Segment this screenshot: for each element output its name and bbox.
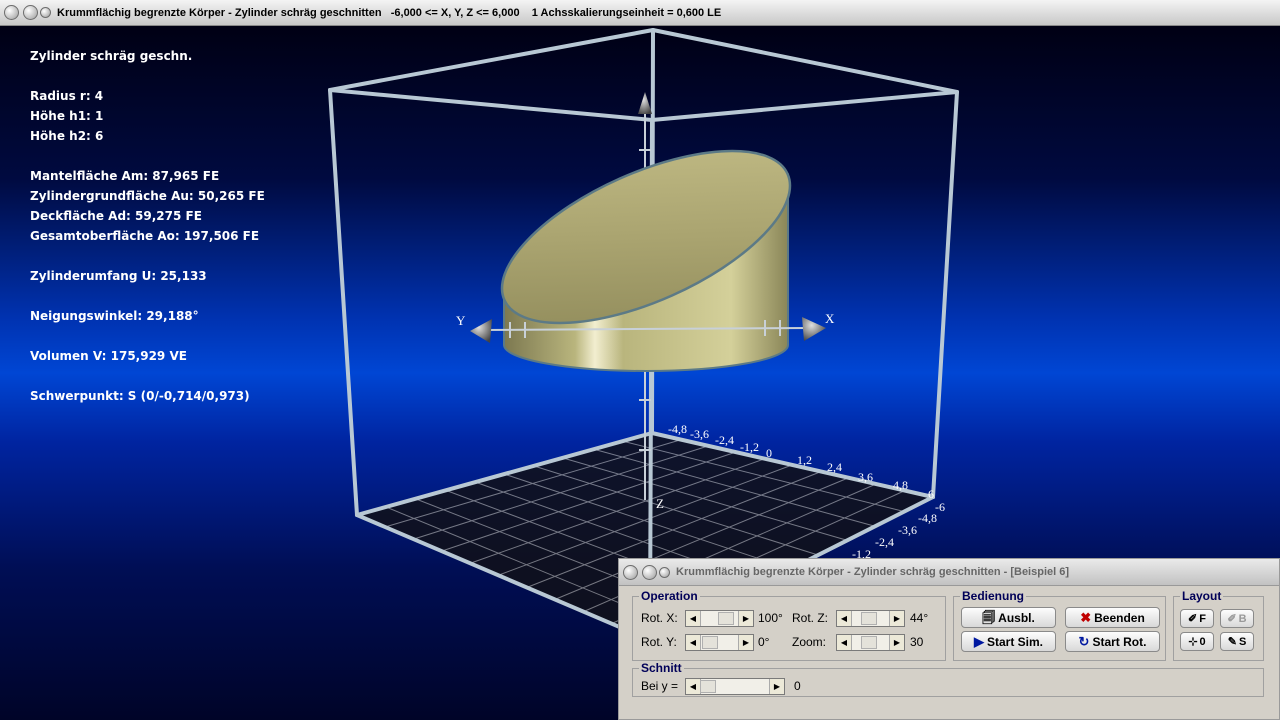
info-line: Zylinder schräg geschn. <box>30 49 193 63</box>
close-x-icon: ✖ <box>1080 610 1092 625</box>
bei-y-label: Bei y = <box>641 679 679 693</box>
info-line <box>30 286 265 306</box>
minimize-circle-icon[interactable] <box>23 5 38 20</box>
info-line: Höhe h2: 6 <box>30 129 104 143</box>
info-line: Volumen V: 175,929 VE <box>30 349 187 363</box>
info-line <box>30 66 265 86</box>
maximize-circle-icon[interactable] <box>40 7 51 18</box>
tick-label: -3,6 <box>898 523 917 537</box>
arrow-right-icon[interactable]: ▶ <box>769 679 784 694</box>
maximize-circle-icon[interactable] <box>659 566 670 578</box>
operation-legend: Operation <box>641 589 698 603</box>
axis-x-label: X <box>825 311 835 326</box>
rot-x-slider[interactable]: ◀ ▶ <box>685 610 754 627</box>
info-line <box>30 326 265 346</box>
tick-label: 3,6 <box>858 470 873 484</box>
hide-icon: 🗐 <box>982 610 996 625</box>
arrow-right-icon[interactable]: ▶ <box>889 611 904 626</box>
layout-s-button[interactable]: ✎ S <box>1220 632 1254 651</box>
rot-z-label: Rot. Z: <box>792 611 829 625</box>
tick-label: 6 <box>928 487 934 501</box>
z-axis-arrow-icon <box>638 92 652 114</box>
tick-label: 4,8 <box>893 478 908 492</box>
info-line: Schwerpunkt: S (0/-0,714/0,973) <box>30 389 250 403</box>
info-panel: Zylinder schräg geschn. Radius r: 4 Höhe h… <box>30 46 265 406</box>
rot-y-label: Rot. Y: <box>641 635 677 649</box>
axis-z-label: Z <box>656 496 664 511</box>
crosshair-icon: ⊹ <box>1188 636 1198 648</box>
info-line <box>30 366 265 386</box>
rot-x-value: 100° <box>758 611 783 625</box>
play-icon: ▶ <box>973 634 984 649</box>
layout-f-button[interactable]: ✐ F <box>1180 609 1214 628</box>
slider-thumb[interactable] <box>718 612 734 625</box>
info-line <box>30 246 265 266</box>
layout-legend: Layout <box>1182 589 1222 603</box>
arrow-right-icon[interactable]: ▶ <box>889 635 904 650</box>
bei-y-value: 0 <box>794 679 801 693</box>
info-line: Höhe h1: 1 <box>30 109 104 123</box>
rot-y-slider[interactable]: ◀ ▶ <box>685 634 754 651</box>
tick-label: 2,4 <box>827 460 842 474</box>
arrow-left-icon[interactable]: ◀ <box>837 635 852 650</box>
control-panel-title-bar[interactable]: Krummflächig begrenzte Körper - Zylinder… <box>619 559 1279 586</box>
bedienung-legend: Bedienung <box>962 589 1024 603</box>
rot-z-value: 44° <box>910 611 929 625</box>
start-rot-button[interactable]: ↻ Start Rot. <box>1065 631 1160 652</box>
layout-0-button[interactable]: ⊹ 0 <box>1180 632 1214 651</box>
info-line: Zylinderumfang U: 25,133 <box>30 269 207 283</box>
tick-label: 0 <box>766 446 772 460</box>
zoom-value: 30 <box>910 635 924 649</box>
y-axis-arrow-icon <box>470 319 492 343</box>
rotate-icon: ↻ <box>1078 634 1090 649</box>
brush-icon: ✐ <box>1227 613 1237 625</box>
slider-thumb[interactable] <box>861 612 877 625</box>
close-circle-icon[interactable] <box>4 5 19 20</box>
schnitt-y-slider[interactable]: ◀ ▶ <box>685 678 785 695</box>
slider-thumb[interactable] <box>700 680 716 693</box>
layout-b-button[interactable]: ✐ B <box>1220 609 1254 628</box>
window-title: Krummflächig begrenzte Körper - Zylinder… <box>57 6 722 19</box>
slider-thumb[interactable] <box>861 636 877 649</box>
tick-label: -4,8 <box>668 422 687 436</box>
arrow-left-icon[interactable]: ◀ <box>686 611 701 626</box>
info-line: Deckfläche Ad: 59,275 FE <box>30 209 202 223</box>
info-line: Mantelfläche Am: 87,965 FE <box>30 169 220 183</box>
x-axis-arrow-icon <box>802 317 826 341</box>
info-line: Gesamtoberfläche Ao: 197,506 FE <box>30 229 260 243</box>
eraser-icon: ✎ <box>1227 636 1237 648</box>
rot-y-value: 0° <box>758 635 770 649</box>
rot-z-slider[interactable]: ◀ ▶ <box>836 610 905 627</box>
control-panel-title: Krummflächig begrenzte Körper - Zylinder… <box>676 566 1070 578</box>
arrow-left-icon[interactable]: ◀ <box>686 635 701 650</box>
tick-label: -2,4 <box>715 433 734 447</box>
axis-y-label: Y <box>456 313 466 328</box>
info-line: Radius r: 4 <box>30 89 104 103</box>
tick-label: -1,2 <box>740 440 759 454</box>
tick-label: -2,4 <box>875 535 894 549</box>
close-circle-icon[interactable] <box>623 564 638 580</box>
arrow-left-icon[interactable]: ◀ <box>837 611 852 626</box>
beenden-button[interactable]: ✖ Beenden <box>1065 607 1160 628</box>
start-sim-button[interactable]: ▶ Start Sim. <box>961 631 1056 652</box>
arrow-left-icon[interactable]: ◀ <box>686 679 701 694</box>
ausblenden-button[interactable]: 🗐 Ausbl. <box>961 607 1056 628</box>
arrow-right-icon[interactable]: ▶ <box>738 635 753 650</box>
tick-label: 1,2 <box>797 453 812 467</box>
slider-thumb[interactable] <box>702 636 718 649</box>
info-line: Neigungswinkel: 29,188° <box>30 309 199 323</box>
zoom-label: Zoom: <box>792 635 827 649</box>
minimize-circle-icon[interactable] <box>642 564 657 580</box>
arrow-right-icon[interactable]: ▶ <box>738 611 753 626</box>
main-title-bar[interactable]: Krummflächig begrenzte Körper - Zylinder… <box>0 0 1280 26</box>
schnitt-legend: Schnitt <box>641 661 682 675</box>
tick-label: -4,8 <box>918 511 937 525</box>
rot-x-label: Rot. X: <box>641 611 678 625</box>
tick-label: -3,6 <box>690 427 709 441</box>
brush-icon: ✐ <box>1188 613 1198 625</box>
control-panel-window[interactable]: Krummflächig begrenzte Körper - Zylinder… <box>618 558 1280 720</box>
info-line: Zylindergrundfläche Au: 50,265 FE <box>30 189 265 203</box>
zoom-slider[interactable]: ◀ ▶ <box>836 634 905 651</box>
info-line <box>30 146 265 166</box>
